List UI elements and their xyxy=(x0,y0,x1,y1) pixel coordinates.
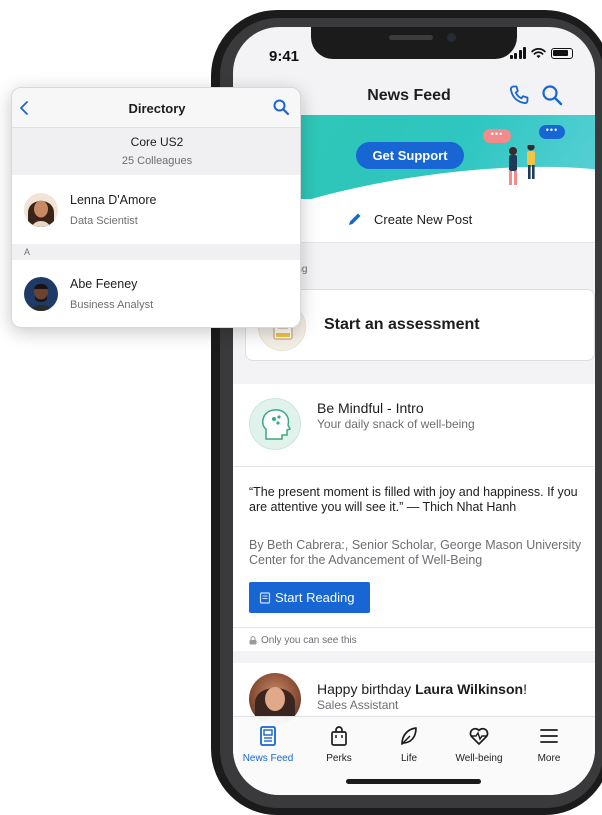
tab-life[interactable]: Life xyxy=(374,725,444,764)
start-reading-button[interactable]: Start Reading xyxy=(249,582,370,613)
list-item[interactable]: Abe Feeney Business Analyst xyxy=(12,260,300,327)
mindful-title: Be Mindful - Intro xyxy=(317,400,424,416)
tab-life-label: Life xyxy=(400,753,418,764)
signal-icon xyxy=(509,47,526,59)
people-illustration xyxy=(509,145,535,185)
group-count: 25 Colleagues xyxy=(121,155,193,167)
quote-text: “The present moment is filled with joy a… xyxy=(249,485,578,514)
person-name: Lenna D'Amore xyxy=(70,193,157,207)
shopping-bag-icon xyxy=(331,726,347,746)
directory-panel: Directory Core US2 25 Colleagues Lenna D… xyxy=(11,87,301,328)
heartbeat-icon xyxy=(469,727,489,745)
home-indicator[interactable] xyxy=(346,779,481,784)
menu-icon xyxy=(540,729,558,743)
status-time: 9:41 xyxy=(269,48,300,65)
create-post-label: Create New Post xyxy=(374,212,473,227)
divider xyxy=(233,466,595,467)
quote-byline: By Beth Cabrera:, Senior Scholar, George… xyxy=(249,538,582,567)
pencil-icon xyxy=(349,213,361,225)
privacy-note: Only you can see this xyxy=(249,635,357,646)
lock-icon xyxy=(249,636,257,645)
tab-perks-label: Perks xyxy=(326,753,352,764)
privacy-note-label: Only you can see this xyxy=(261,635,357,646)
directory-header: Directory xyxy=(12,88,300,128)
tab-more[interactable]: More xyxy=(514,725,584,764)
birthday-title: Happy birthday Laura Wilkinson! xyxy=(317,681,527,697)
tab-perks[interactable]: Perks xyxy=(304,725,374,764)
avatar xyxy=(24,193,58,227)
chat-bubble-icon: ••• xyxy=(539,125,565,139)
directory-title: Directory xyxy=(128,101,186,116)
search-icon[interactable] xyxy=(540,83,564,107)
front-camera xyxy=(447,33,456,42)
avatar xyxy=(24,277,58,311)
person-role: Business Analyst xyxy=(70,299,154,311)
person-name: Abe Feeney xyxy=(70,277,138,291)
wifi-icon xyxy=(531,48,546,59)
mindful-subtitle: Your daily snack of well-being xyxy=(317,417,475,431)
group-name: Core US2 xyxy=(130,135,184,149)
birthday-prefix: Happy birthday xyxy=(317,681,416,697)
birthday-suffix: ! xyxy=(523,681,527,697)
tab-well-being-label: Well-being xyxy=(455,753,503,764)
leaf-icon xyxy=(401,727,417,745)
book-icon xyxy=(259,591,271,604)
chat-bubble-icon: ••• xyxy=(483,129,511,143)
list-item[interactable]: Lenna D'Amore Data Scientist xyxy=(12,176,300,244)
search-icon[interactable] xyxy=(272,98,290,116)
mindful-card: Be Mindful - Intro Your daily snack of w… xyxy=(233,384,595,651)
status-icons xyxy=(509,47,573,59)
phone-call-icon[interactable] xyxy=(507,83,531,107)
assessment-title: Start an assessment xyxy=(324,316,480,333)
start-reading-label: Start Reading xyxy=(275,590,355,605)
birthday-name: Laura Wilkinson xyxy=(415,681,524,697)
directory-group-header: Core US2 25 Colleagues xyxy=(12,128,300,175)
speaker xyxy=(389,35,433,40)
tab-well-being[interactable]: Well-being xyxy=(444,725,514,764)
person-role: Data Scientist xyxy=(70,215,138,227)
tab-news-feed-label: News Feed xyxy=(242,753,294,764)
tab-more-label: More xyxy=(537,753,561,764)
birthday-role: Sales Assistant xyxy=(317,698,399,712)
battery-icon xyxy=(551,47,573,59)
tab-news-feed[interactable]: News Feed xyxy=(233,725,303,764)
notch xyxy=(311,27,517,59)
section-letter: A xyxy=(12,244,300,260)
news-feed-icon xyxy=(260,726,276,746)
divider xyxy=(233,627,595,628)
mindful-head-icon xyxy=(249,398,301,450)
get-support-button[interactable]: Get Support xyxy=(356,142,464,169)
